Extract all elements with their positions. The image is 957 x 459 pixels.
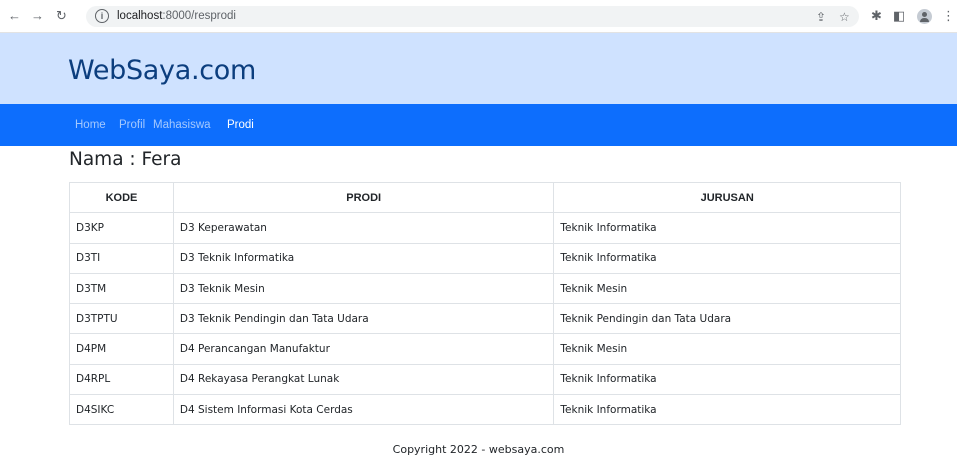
cell-jurusan: Teknik Mesin (553, 333, 901, 365)
address-bar[interactable]: i localhost:8000/resprodi ⇪ ☆ (86, 6, 859, 27)
cell-jurusan: Teknik Informatika (553, 242, 901, 274)
cell-jurusan: Teknik Informatika (553, 394, 901, 426)
table-header-row: KODE PRODI JURUSAN (69, 181, 901, 214)
cell-jurusan: Teknik Informatika (553, 363, 901, 396)
cell-kode: D3TPTU (69, 303, 174, 335)
cell-kode: D4RPL (69, 363, 174, 396)
cell-kode: D3TI (69, 242, 174, 274)
cell-jurusan: Teknik Informatika (553, 212, 901, 244)
profile-avatar-icon[interactable] (917, 9, 932, 24)
page-heading: Nama : Fera (69, 149, 182, 170)
cell-kode: D3TM (69, 272, 174, 305)
column-header-jurusan: JURUSAN (553, 181, 901, 214)
nav-prodi-link[interactable]: Prodi (227, 118, 254, 132)
nav-profil-link[interactable]: Profil (119, 118, 145, 132)
table-row: D4SIKC D4 Sistem Informasi Kota Cerdas T… (69, 394, 901, 426)
cell-kode: D3KP (69, 212, 174, 244)
prodi-table: KODE PRODI JURUSAN D3KP D3 Keperawatan T… (69, 181, 901, 426)
url-text[interactable]: localhost:8000/resprodi (117, 9, 236, 24)
arrow-right-icon[interactable]: → (31, 8, 44, 24)
nav-mahasiswa-link[interactable]: Mahasiswa (153, 118, 211, 132)
cell-prodi: D3 Teknik Pendingin dan Tata Udara (172, 303, 555, 335)
extensions-icon[interactable]: ✱ (871, 8, 882, 24)
cell-kode: D4SIKC (69, 394, 174, 426)
cell-prodi: D3 Keperawatan (172, 212, 555, 244)
table-row: D3TI D3 Teknik Informatika Teknik Inform… (69, 242, 901, 274)
column-header-kode: KODE (69, 181, 174, 214)
site-title: WebSaya.com (68, 55, 257, 86)
footer-copyright: Copyright 2022 - websaya.com (392, 443, 565, 456)
cell-jurusan: Teknik Pendingin dan Tata Udara (553, 303, 901, 335)
share-icon[interactable]: ⇪ (816, 10, 826, 24)
table-row: D4RPL D4 Rekayasa Perangkat Lunak Teknik… (69, 363, 901, 396)
cell-kode: D4PM (69, 333, 174, 365)
table-row: D4PM D4 Perancangan Manufaktur Teknik Me… (69, 333, 901, 365)
info-icon[interactable]: i (95, 9, 109, 23)
reload-icon[interactable]: ↻ (56, 8, 67, 24)
cell-jurusan: Teknik Mesin (553, 272, 901, 305)
cell-prodi: D3 Teknik Mesin (172, 272, 555, 305)
star-icon[interactable]: ☆ (839, 10, 850, 24)
table-row: D3TM D3 Teknik Mesin Teknik Mesin (69, 272, 901, 305)
site-header: WebSaya.com (0, 33, 957, 104)
main-nav: Home Profil Mahasiswa Prodi (0, 104, 957, 146)
browser-toolbar: ← → ↻ i localhost:8000/resprodi ⇪ ☆ ✱ ◧ … (0, 0, 957, 33)
cell-prodi: D4 Sistem Informasi Kota Cerdas (172, 394, 555, 426)
arrow-left-icon[interactable]: ← (8, 8, 21, 24)
column-header-prodi: PRODI (172, 181, 555, 214)
cell-prodi: D4 Perancangan Manufaktur (172, 333, 555, 365)
side-panel-icon[interactable]: ◧ (893, 8, 905, 24)
table-row: D3TPTU D3 Teknik Pendingin dan Tata Udar… (69, 303, 901, 335)
table-row: D3KP D3 Keperawatan Teknik Informatika (69, 212, 901, 244)
nav-home-link[interactable]: Home (75, 118, 106, 132)
menu-kebab-icon[interactable]: ⋮ (942, 8, 955, 24)
cell-prodi: D4 Rekayasa Perangkat Lunak (172, 363, 555, 396)
cell-prodi: D3 Teknik Informatika (172, 242, 555, 274)
